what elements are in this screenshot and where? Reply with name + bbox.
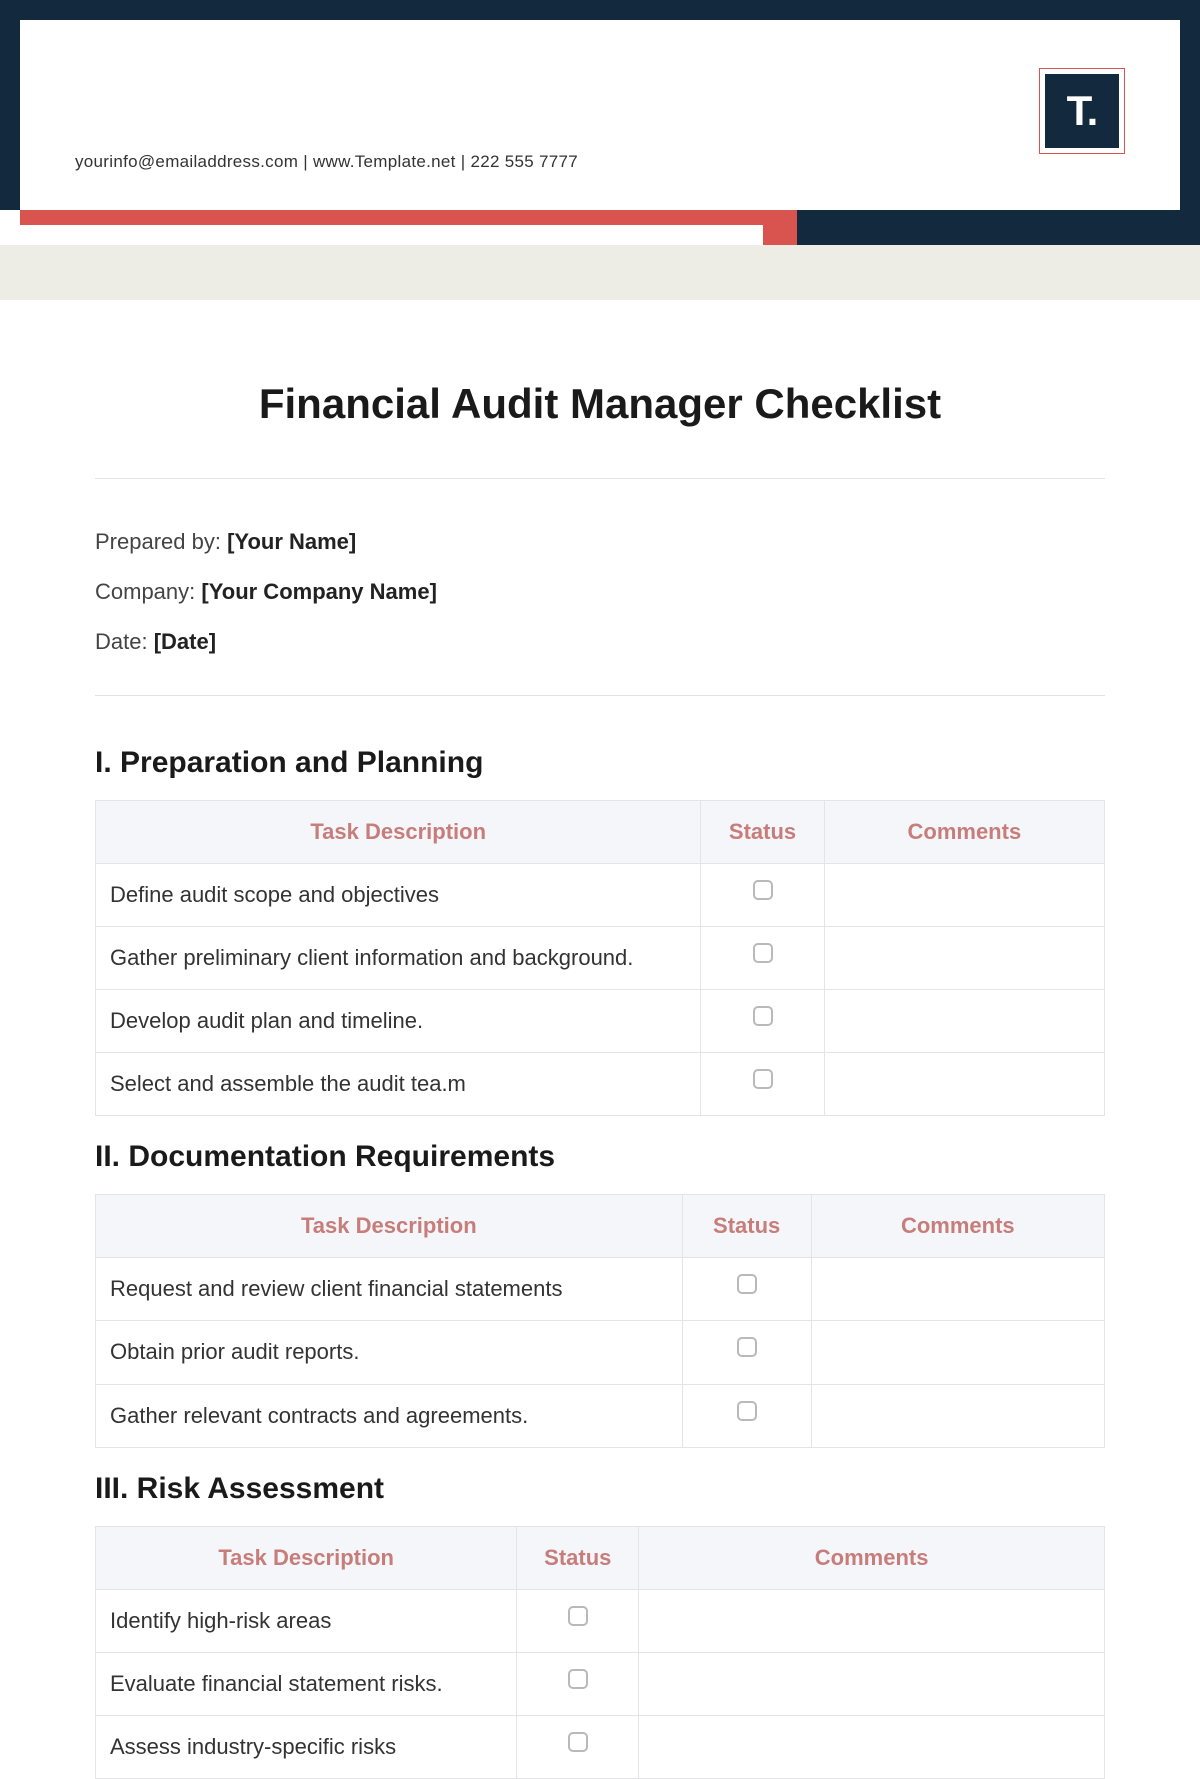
col-comments: Comments	[639, 1526, 1105, 1589]
comments-cell[interactable]	[824, 990, 1104, 1053]
col-comments: Comments	[824, 801, 1104, 864]
header-band: yourinfo@emailaddress.com | www.Template…	[0, 0, 1200, 210]
checkbox-icon[interactable]	[737, 1401, 757, 1421]
comments-cell[interactable]	[639, 1652, 1105, 1715]
meta-block: Prepared by: [Your Name] Company: [Your …	[95, 529, 1105, 655]
checkbox-icon[interactable]	[753, 1006, 773, 1026]
checkbox-icon[interactable]	[753, 880, 773, 900]
table-row: Select and assemble the audit tea.m	[96, 1053, 1105, 1116]
checklist-table-3: Task Description Status Comments Identif…	[95, 1526, 1105, 1779]
status-cell	[517, 1652, 639, 1715]
table-row: Obtain prior audit reports.	[96, 1321, 1105, 1384]
meta-label: Company:	[95, 579, 201, 604]
status-cell	[517, 1715, 639, 1778]
comments-cell[interactable]	[639, 1715, 1105, 1778]
comments-cell[interactable]	[811, 1384, 1104, 1447]
header-divider	[0, 210, 1200, 245]
checkbox-icon[interactable]	[568, 1732, 588, 1752]
task-cell: Gather preliminary client information an…	[96, 927, 701, 990]
task-cell: Evaluate financial statement risks.	[96, 1652, 517, 1715]
col-task: Task Description	[96, 1195, 683, 1258]
task-cell: Define audit scope and objectives	[96, 864, 701, 927]
status-cell	[701, 864, 824, 927]
status-cell	[701, 990, 824, 1053]
checklist-table-1: Task Description Status Comments Define …	[95, 800, 1105, 1116]
contact-line: yourinfo@emailaddress.com | www.Template…	[75, 152, 578, 172]
table-row: Gather relevant contracts and agreements…	[96, 1384, 1105, 1447]
document-content: Financial Audit Manager Checklist Prepar…	[0, 300, 1200, 1779]
status-cell	[682, 1258, 811, 1321]
meta-rule	[95, 695, 1105, 696]
checkbox-icon[interactable]	[753, 1069, 773, 1089]
meta-value: [Your Company Name]	[201, 579, 437, 604]
table-row: Gather preliminary client information an…	[96, 927, 1105, 990]
status-cell	[682, 1321, 811, 1384]
col-comments: Comments	[811, 1195, 1104, 1258]
task-cell: Request and review client financial stat…	[96, 1258, 683, 1321]
comments-cell[interactable]	[811, 1321, 1104, 1384]
col-status: Status	[682, 1195, 811, 1258]
checkbox-icon[interactable]	[737, 1274, 757, 1294]
comments-cell[interactable]	[824, 864, 1104, 927]
header-inner: yourinfo@emailaddress.com | www.Template…	[20, 20, 1180, 210]
table-row: Evaluate financial statement risks.	[96, 1652, 1105, 1715]
task-cell: Select and assemble the audit tea.m	[96, 1053, 701, 1116]
status-cell	[517, 1589, 639, 1652]
table-row: Define audit scope and objectives	[96, 864, 1105, 927]
comments-cell[interactable]	[824, 927, 1104, 990]
checkbox-icon[interactable]	[753, 943, 773, 963]
task-cell: Identify high-risk areas	[96, 1589, 517, 1652]
meta-value: [Your Name]	[227, 529, 356, 554]
logo-box: T.	[1039, 68, 1125, 154]
task-cell: Assess industry-specific risks	[96, 1715, 517, 1778]
checkbox-icon[interactable]	[737, 1337, 757, 1357]
section-heading-3: III. Risk Assessment	[95, 1472, 1105, 1506]
title-rule	[95, 478, 1105, 479]
col-task: Task Description	[96, 801, 701, 864]
meta-company: Company: [Your Company Name]	[95, 579, 1105, 605]
meta-label: Date:	[95, 629, 154, 654]
meta-prepared-by: Prepared by: [Your Name]	[95, 529, 1105, 555]
table-row: Develop audit plan and timeline.	[96, 990, 1105, 1053]
task-cell: Gather relevant contracts and agreements…	[96, 1384, 683, 1447]
table-row: Assess industry-specific risks	[96, 1715, 1105, 1778]
page-title: Financial Audit Manager Checklist	[95, 380, 1105, 428]
col-task: Task Description	[96, 1526, 517, 1589]
logo-icon: T.	[1045, 74, 1119, 148]
checkbox-icon[interactable]	[568, 1606, 588, 1626]
table-row: Identify high-risk areas	[96, 1589, 1105, 1652]
col-status: Status	[517, 1526, 639, 1589]
meta-date: Date: [Date]	[95, 629, 1105, 655]
header-cream-band	[0, 245, 1200, 300]
comments-cell[interactable]	[824, 1053, 1104, 1116]
task-cell: Develop audit plan and timeline.	[96, 990, 701, 1053]
table-row: Request and review client financial stat…	[96, 1258, 1105, 1321]
col-status: Status	[701, 801, 824, 864]
section-heading-2: II. Documentation Requirements	[95, 1140, 1105, 1174]
comments-cell[interactable]	[811, 1258, 1104, 1321]
checkbox-icon[interactable]	[568, 1669, 588, 1689]
meta-label: Prepared by:	[95, 529, 227, 554]
status-cell	[701, 1053, 824, 1116]
section-heading-1: I. Preparation and Planning	[95, 746, 1105, 780]
comments-cell[interactable]	[639, 1589, 1105, 1652]
task-cell: Obtain prior audit reports.	[96, 1321, 683, 1384]
status-cell	[682, 1384, 811, 1447]
status-cell	[701, 927, 824, 990]
meta-value: [Date]	[154, 629, 216, 654]
checklist-table-2: Task Description Status Comments Request…	[95, 1194, 1105, 1447]
